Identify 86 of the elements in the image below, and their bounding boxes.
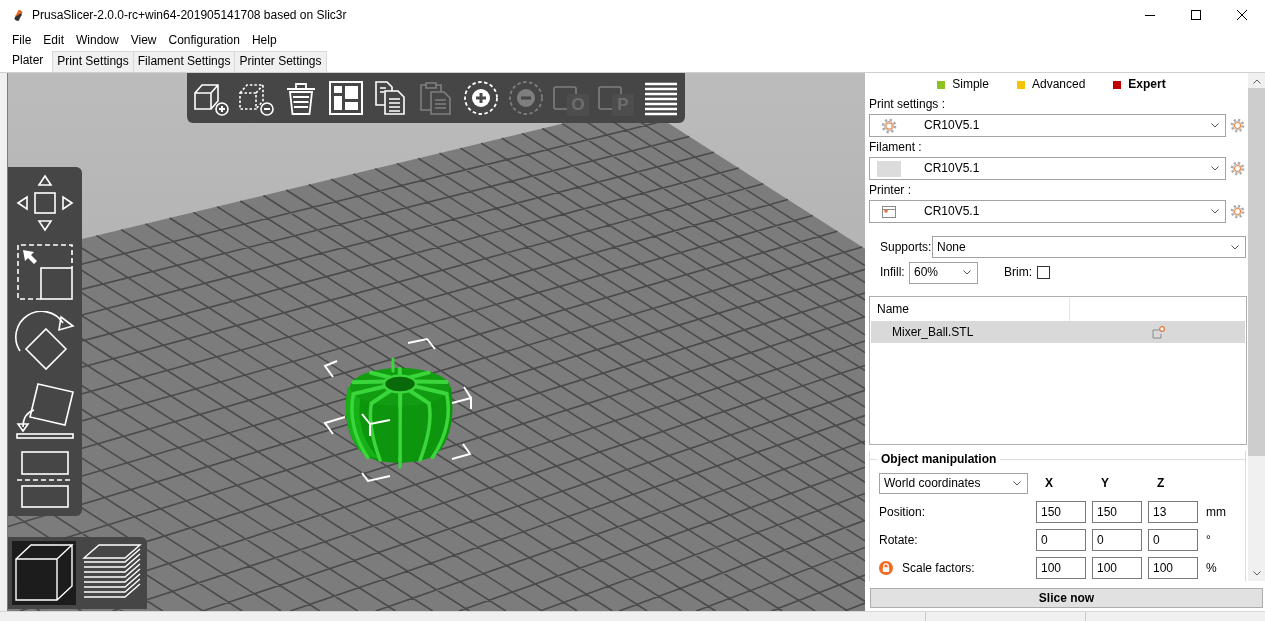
- preset-label: Printer :: [869, 182, 912, 198]
- menu-item[interactable]: Help: [245, 31, 283, 49]
- number-field[interactable]: 0: [1148, 529, 1198, 551]
- chevron-down-icon[interactable]: [1252, 571, 1261, 576]
- coordinates-dropdown[interactable]: World coordinates: [879, 473, 1028, 494]
- tab[interactable]: Filament Settings: [132, 51, 236, 72]
- mode-option[interactable]: Simple: [937, 77, 989, 92]
- axis-label: X: [1044, 476, 1054, 491]
- section-title: Object manipulation: [880, 451, 998, 467]
- horizontal-lines-icon: [643, 80, 679, 116]
- brim-checkbox[interactable]: [1037, 266, 1050, 279]
- axes-drawing: [361, 413, 391, 437]
- tab[interactable]: Printer Settings: [234, 51, 327, 72]
- tilted-square-icon: [15, 380, 75, 440]
- place-on-face-button[interactable]: [15, 380, 75, 440]
- menu-item[interactable]: Window: [70, 31, 125, 49]
- preset-dropdown[interactable]: CR10V5.1: [869, 200, 1226, 223]
- preset-label: Print settings :: [869, 96, 947, 112]
- rotate-arrow-icon: [15, 311, 75, 371]
- unit-label: %: [1206, 560, 1217, 576]
- dashed-circle-minus-icon: [508, 80, 544, 116]
- number-field[interactable]: 100: [1148, 557, 1198, 579]
- scrollbar-thumb[interactable]: [1248, 88, 1265, 456]
- preset-dropdown[interactable]: CR10V5.1: [869, 157, 1226, 180]
- preset-dropdown[interactable]: CR10V5.1: [869, 114, 1226, 137]
- chevron-down-icon: [1211, 166, 1219, 171]
- scrollbar[interactable]: [1248, 73, 1265, 581]
- menu-item[interactable]: Edit: [37, 31, 71, 49]
- clipboard-icon: [418, 80, 454, 116]
- chevron-down-icon: [1211, 123, 1219, 128]
- minimize-icon: [1145, 14, 1155, 16]
- axis-label: Y: [1100, 476, 1110, 491]
- object-list-row[interactable]: Mixer_Ball.STL: [871, 321, 1245, 343]
- move-tool-button[interactable]: [15, 173, 75, 233]
- dashed-square-arrow-icon: [15, 242, 75, 302]
- field-label: Rotate:: [879, 532, 918, 548]
- number-field[interactable]: 100: [1092, 557, 1142, 579]
- close-icon: [1237, 10, 1247, 20]
- supports-label: Supports:: [880, 239, 932, 255]
- printer-window-icon: [882, 205, 896, 218]
- tab[interactable]: Print Settings: [52, 51, 134, 72]
- number-field[interactable]: 100: [1036, 557, 1086, 579]
- field-label: Position:: [879, 504, 926, 520]
- chevron-down-icon: [1013, 481, 1021, 486]
- number-field[interactable]: 13: [1148, 501, 1198, 523]
- menu-item[interactable]: Configuration: [162, 31, 246, 49]
- infill-dropdown[interactable]: 60%: [909, 261, 978, 284]
- menu-item[interactable]: File: [6, 31, 38, 49]
- arrange-button[interactable]: [328, 80, 364, 116]
- chevron-down-icon: [1231, 244, 1239, 250]
- rotate-tool-button[interactable]: [15, 311, 75, 371]
- number-field[interactable]: 0: [1092, 529, 1142, 551]
- window-title: PrusaSlicer-2.0.0-rc+win64-201905141708 based on Slic3r: [32, 7, 348, 23]
- unit-label: °: [1206, 532, 1211, 548]
- unit-label: mm: [1206, 504, 1226, 520]
- color-swatch-icon: [877, 160, 901, 177]
- padlock-icon[interactable]: [879, 561, 893, 575]
- slice-button[interactable]: Slice now: [870, 588, 1263, 608]
- mode-option[interactable]: Advanced: [1016, 77, 1086, 92]
- chevron-down-icon: [1211, 209, 1219, 214]
- field-label: Scale factors:: [902, 560, 975, 576]
- cube-icon: [14, 543, 74, 603]
- layout-grid-icon: [328, 80, 364, 116]
- logo-icon: [13, 8, 24, 22]
- preset-label: Filament :: [869, 139, 923, 155]
- infill-label: Infill:: [880, 265, 906, 280]
- scale-tool-button[interactable]: [15, 242, 75, 302]
- model-drawing[interactable]: [345, 357, 453, 469]
- supports-dropdown[interactable]: None: [932, 236, 1246, 258]
- square-dot-icon[interactable]: [1152, 325, 1165, 339]
- maximize-icon: [1191, 10, 1201, 20]
- mode-option[interactable]: Expert: [1113, 77, 1166, 92]
- cog-icon: [881, 117, 897, 134]
- chevron-up-icon[interactable]: [1252, 79, 1261, 84]
- brim-label: Brim:: [1004, 265, 1032, 280]
- axis-label: Z: [1156, 476, 1166, 491]
- 3d-view-button[interactable]: [12, 541, 76, 605]
- dashed-circle-plus-icon: [463, 80, 499, 116]
- layer-editing-button[interactable]: [643, 80, 679, 116]
- menu-item[interactable]: View: [124, 31, 163, 49]
- move-arrows-icon: [15, 173, 75, 233]
- chevron-down-icon: [963, 270, 971, 275]
- number-field[interactable]: 0: [1036, 529, 1086, 551]
- add-instance-button[interactable]: [463, 80, 499, 116]
- number-field[interactable]: 150: [1036, 501, 1086, 523]
- number-field[interactable]: 150: [1092, 501, 1142, 523]
